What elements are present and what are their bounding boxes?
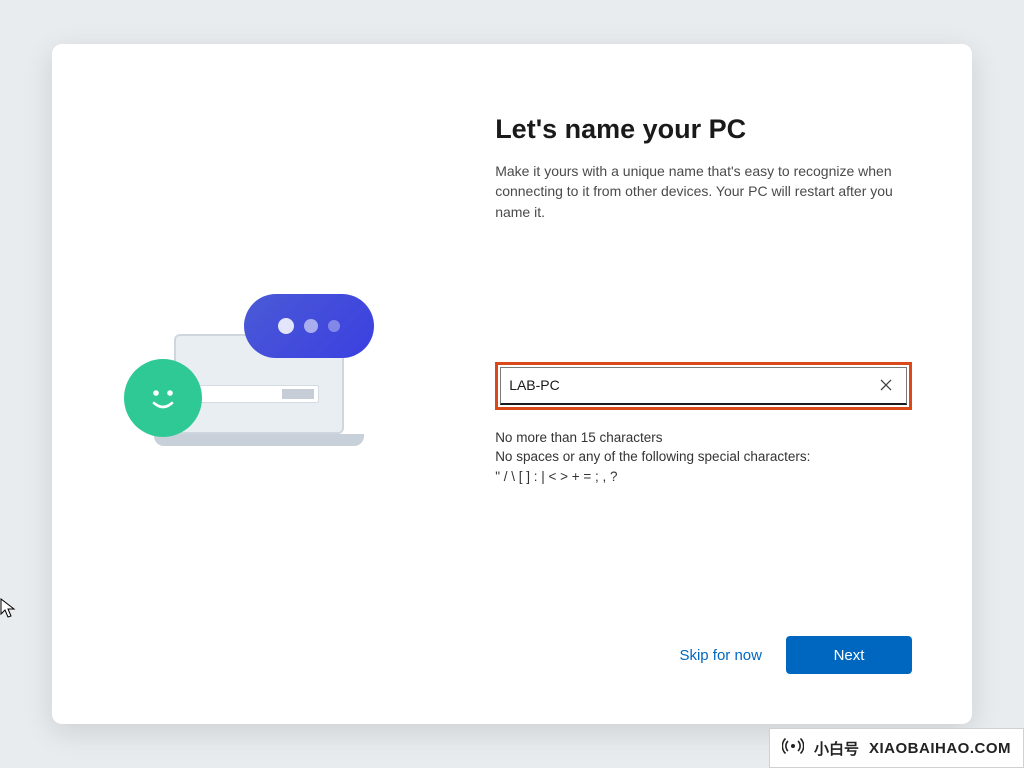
clear-input-button[interactable] [874,373,898,397]
content-pane: Let's name your PC Make it yours with a … [475,44,972,724]
watermark-url-text: XIAOBAIHAO.COM [869,740,1011,757]
mouse-cursor-icon [0,598,16,620]
speech-bubble-icon [244,294,374,358]
hint-line-2: No spaces or any of the following specia… [495,447,912,467]
watermark-cn-text: 小白号 [814,738,859,759]
name-pc-illustration [114,264,414,504]
pc-name-input-highlight [495,362,912,410]
broadcast-icon [782,735,804,761]
next-button[interactable]: Next [786,636,912,674]
illustration-pane [52,44,475,724]
pc-name-input[interactable] [509,377,874,393]
oobe-card: Let's name your PC Make it yours with a … [52,44,972,724]
input-hints: No more than 15 characters No spaces or … [495,428,912,487]
page-subtitle: Make it yours with a unique name that's … [495,161,912,222]
smiley-avatar-icon [124,359,202,437]
hint-line-1: No more than 15 characters [495,428,912,448]
hint-line-3: " / \ [ ] : | < > + = ; , ? [495,467,912,487]
footer-actions: Skip for now Next [495,636,912,694]
watermark-badge: 小白号 XIAOBAIHAO.COM [769,728,1024,768]
skip-for-now-link[interactable]: Skip for now [679,647,762,664]
page-title: Let's name your PC [495,114,912,145]
